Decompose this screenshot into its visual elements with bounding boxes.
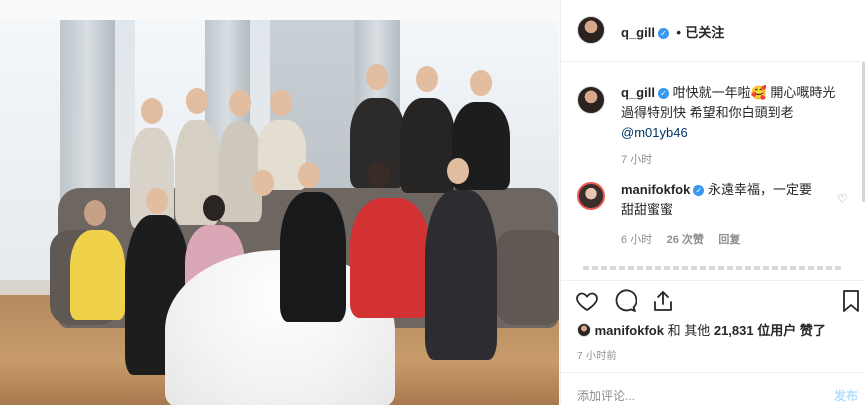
head	[368, 162, 390, 188]
comment-icon[interactable]	[613, 289, 637, 313]
comment-likes[interactable]: 26 次赞	[667, 234, 704, 246]
header-separator: •	[676, 25, 681, 40]
head	[84, 200, 106, 226]
verified-badge-icon: ✓	[657, 28, 669, 39]
bookmark-icon[interactable]	[839, 289, 863, 313]
instagram-post-view: ⊕ ⊖ q_gill✓ • 已关注 q_gill✓ 咁快就一年啦🥰 開心嘅時光 …	[0, 0, 865, 405]
follow-button[interactable]: 已关注	[685, 25, 724, 40]
head	[229, 90, 251, 116]
liker-username[interactable]: manifokfok	[595, 323, 664, 338]
head	[252, 170, 274, 196]
person	[70, 230, 125, 320]
reply-button[interactable]: 回复	[718, 234, 740, 246]
caption-mention[interactable]: @m01yb46	[621, 123, 856, 143]
comment: manifokfok ✓ 永遠幸福，一定要 甜甜蜜蜜 6 小时 26 次赞 回复	[621, 180, 836, 248]
header-username[interactable]: q_gill	[621, 25, 655, 40]
verified-badge-icon: ✓	[693, 185, 705, 196]
head	[141, 98, 163, 124]
person	[425, 190, 497, 360]
head	[447, 158, 469, 184]
head	[203, 195, 225, 221]
person	[280, 192, 346, 322]
likes-text-end: 位用户 赞了	[757, 323, 826, 338]
comment-like-heart-icon[interactable]: ♡	[837, 192, 848, 206]
share-icon[interactable]	[651, 289, 675, 313]
caption-line-1: q_gill ✓ 咁快就一年啦🥰 開心嘅時光	[621, 83, 856, 103]
head	[416, 66, 438, 92]
post-comment-button[interactable]: 发布	[834, 387, 858, 404]
caption-text-2: 過得特別快 希望和你白頭到老	[621, 105, 794, 120]
person	[400, 98, 455, 193]
comment-input[interactable]: 添加评论...	[577, 387, 635, 404]
comment-meta: 6 小时 26 次赞 回复	[621, 230, 836, 248]
head	[146, 188, 168, 214]
likes-count[interactable]: 21,831	[714, 323, 754, 338]
likes-text-mid: 和 其他	[667, 323, 711, 338]
head	[270, 90, 292, 116]
comment-time: 6 小时	[621, 234, 653, 246]
likes-summary: manifokfok 和 其他 21,831 位用户 赞了	[577, 320, 826, 339]
comments-list: q_gill ✓ 咁快就一年啦🥰 開心嘅時光 過得特別快 希望和你白頭到老 @m0…	[561, 62, 865, 270]
comment-username[interactable]: manifokfok	[621, 182, 690, 197]
heart-icon[interactable]	[575, 289, 599, 313]
caption-username[interactable]: q_gill	[621, 85, 655, 100]
caption-text-1: 咁快就一年啦🥰 開心嘅時光	[672, 85, 836, 100]
verified-badge-icon: ✓	[657, 88, 669, 99]
comment-avatar[interactable]	[577, 182, 605, 210]
caption-avatar[interactable]	[577, 86, 605, 114]
post-time: 7 小时前	[577, 351, 617, 362]
comment-text-2: 甜甜蜜蜜	[621, 202, 674, 217]
comment-text-1: 永遠幸福，一定要	[707, 182, 812, 197]
avatar[interactable]	[577, 16, 605, 44]
head	[186, 88, 208, 114]
liker-avatar[interactable]	[577, 323, 591, 337]
head	[298, 162, 320, 188]
header-line: q_gill ✓ • 已关注	[621, 22, 724, 42]
comment-line-1: manifokfok ✓ 永遠幸福，一定要	[621, 180, 836, 200]
post-sidebar: q_gill ✓ • 已关注 q_gill ✓ 咁快就一年啦🥰 開心嘅時光 過得特別…	[560, 0, 865, 405]
add-comment-box: 添加评论... 发布	[561, 372, 865, 405]
next-comment-cutoff	[583, 266, 843, 270]
head	[366, 64, 388, 90]
post-header: q_gill ✓ • 已关注	[561, 0, 865, 62]
post-photo[interactable]	[0, 20, 559, 405]
action-bar	[561, 280, 865, 320]
head	[470, 70, 492, 96]
person	[350, 198, 430, 318]
caption: q_gill ✓ 咁快就一年啦🥰 開心嘅時光 過得特別快 希望和你白頭到老 @m0…	[621, 83, 856, 167]
caption-time: 7 小时	[621, 154, 653, 166]
sofa-arm	[495, 230, 559, 325]
